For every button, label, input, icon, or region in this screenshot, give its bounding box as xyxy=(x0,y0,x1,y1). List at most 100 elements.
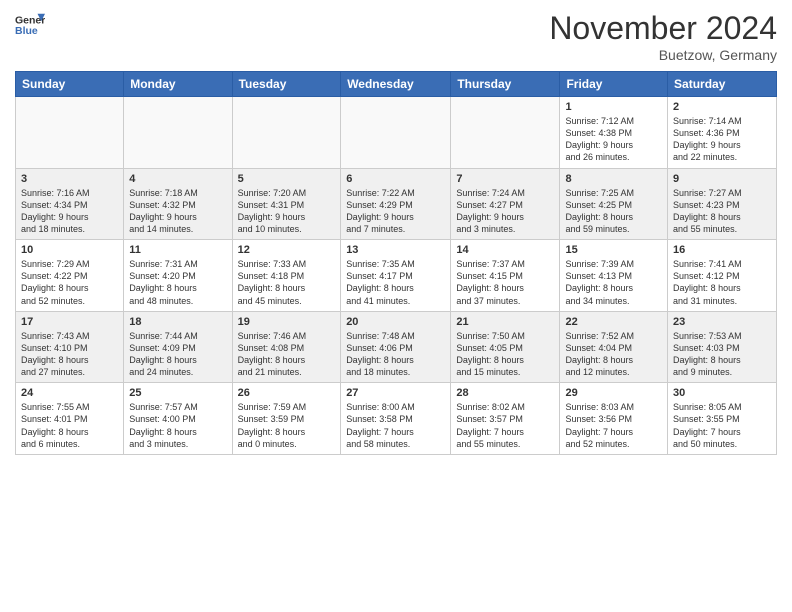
calendar-cell: 12 Sunrise: 7:33 AM Sunset: 4:18 PM Dayli… xyxy=(232,240,341,312)
day-number: 30 xyxy=(673,387,771,399)
calendar-cell: 19Sunrise: 7:46 AM Sunset: 4:08 PM Dayli… xyxy=(232,311,341,383)
calendar-week-row: 24 Sunrise: 7:55 AM Sunset: 4:01 PM Dayli… xyxy=(16,383,777,455)
day-number: 4 xyxy=(129,173,226,185)
calendar-week-row: 3Sunrise: 7:16 AM Sunset: 4:34 PM Daylig… xyxy=(16,168,777,240)
day-info: Sunrise: 8:02 AM Sunset: 3:57 PM Dayligh… xyxy=(456,401,554,450)
calendar-day-header: Thursday xyxy=(451,72,560,97)
day-info: Sunrise: 7:33 AM Sunset: 4:18 PM Dayligh… xyxy=(238,258,336,307)
calendar-day-header: Sunday xyxy=(16,72,124,97)
calendar-cell: 30Sunrise: 8:05 AM Sunset: 3:55 PM Dayli… xyxy=(668,383,777,455)
day-info: Sunrise: 7:44 AM Sunset: 4:09 PM Dayligh… xyxy=(129,330,226,379)
day-number: 6 xyxy=(346,173,445,185)
day-number: 21 xyxy=(456,316,554,328)
day-number: 15 xyxy=(565,244,662,256)
day-info: Sunrise: 7:22 AM Sunset: 4:29 PM Dayligh… xyxy=(346,187,445,236)
month-title: November 2024 xyxy=(549,10,777,47)
calendar-day-header: Friday xyxy=(560,72,668,97)
calendar-cell: 29 Sunrise: 8:03 AM Sunset: 3:56 PM Dayli… xyxy=(560,383,668,455)
day-number: 24 xyxy=(21,387,118,399)
calendar-day-header: Tuesday xyxy=(232,72,341,97)
day-info: Sunrise: 7:25 AM Sunset: 4:25 PM Dayligh… xyxy=(565,187,662,236)
calendar-cell: 17 Sunrise: 7:43 AM Sunset: 4:10 PM Dayli… xyxy=(16,311,124,383)
calendar-cell: 27Sunrise: 8:00 AM Sunset: 3:58 PM Dayli… xyxy=(341,383,451,455)
day-info: Sunrise: 7:50 AM Sunset: 4:05 PM Dayligh… xyxy=(456,330,554,379)
day-info: Sunrise: 7:18 AM Sunset: 4:32 PM Dayligh… xyxy=(129,187,226,236)
calendar-cell: 15 Sunrise: 7:39 AM Sunset: 4:13 PM Dayli… xyxy=(560,240,668,312)
day-info: Sunrise: 7:41 AM Sunset: 4:12 PM Dayligh… xyxy=(673,258,771,307)
day-info: Sunrise: 7:12 AM Sunset: 4:38 PM Dayligh… xyxy=(565,115,662,164)
calendar-cell: 6 Sunrise: 7:22 AM Sunset: 4:29 PM Daylig… xyxy=(341,168,451,240)
day-info: Sunrise: 7:59 AM Sunset: 3:59 PM Dayligh… xyxy=(238,401,336,450)
day-info: Sunrise: 7:39 AM Sunset: 4:13 PM Dayligh… xyxy=(565,258,662,307)
day-info: Sunrise: 7:53 AM Sunset: 4:03 PM Dayligh… xyxy=(673,330,771,379)
day-number: 12 xyxy=(238,244,336,256)
calendar-week-row: 10Sunrise: 7:29 AM Sunset: 4:22 PM Dayli… xyxy=(16,240,777,312)
calendar-cell: 5 Sunrise: 7:20 AM Sunset: 4:31 PM Daylig… xyxy=(232,168,341,240)
calendar-cell: 1 Sunrise: 7:12 AM Sunset: 4:38 PM Daylig… xyxy=(560,97,668,169)
day-number: 17 xyxy=(21,316,118,328)
calendar-cell: 11 Sunrise: 7:31 AM Sunset: 4:20 PM Dayli… xyxy=(124,240,232,312)
day-number: 25 xyxy=(129,387,226,399)
calendar-cell: 13 Sunrise: 7:35 AM Sunset: 4:17 PM Dayli… xyxy=(341,240,451,312)
day-info: Sunrise: 7:24 AM Sunset: 4:27 PM Dayligh… xyxy=(456,187,554,236)
day-number: 9 xyxy=(673,173,771,185)
day-number: 11 xyxy=(129,244,226,256)
day-info: Sunrise: 7:37 AM Sunset: 4:15 PM Dayligh… xyxy=(456,258,554,307)
day-info: Sunrise: 8:00 AM Sunset: 3:58 PM Dayligh… xyxy=(346,401,445,450)
day-number: 13 xyxy=(346,244,445,256)
page: General Blue November 2024 Buetzow, Germ… xyxy=(0,0,792,612)
calendar-cell: 20Sunrise: 7:48 AM Sunset: 4:06 PM Dayli… xyxy=(341,311,451,383)
calendar-cell: 23Sunrise: 7:53 AM Sunset: 4:03 PM Dayli… xyxy=(668,311,777,383)
calendar-cell: 26 Sunrise: 7:59 AM Sunset: 3:59 PM Dayli… xyxy=(232,383,341,455)
calendar-cell xyxy=(341,97,451,169)
day-info: Sunrise: 7:43 AM Sunset: 4:10 PM Dayligh… xyxy=(21,330,118,379)
calendar-cell: 28 Sunrise: 8:02 AM Sunset: 3:57 PM Dayli… xyxy=(451,383,560,455)
calendar-cell: 18 Sunrise: 7:44 AM Sunset: 4:09 PM Dayli… xyxy=(124,311,232,383)
day-number: 8 xyxy=(565,173,662,185)
calendar-week-row: 1 Sunrise: 7:12 AM Sunset: 4:38 PM Daylig… xyxy=(16,97,777,169)
calendar-header-row: SundayMondayTuesdayWednesdayThursdayFrid… xyxy=(16,72,777,97)
day-info: Sunrise: 7:14 AM Sunset: 4:36 PM Dayligh… xyxy=(673,115,771,164)
calendar-day-header: Wednesday xyxy=(341,72,451,97)
day-info: Sunrise: 7:27 AM Sunset: 4:23 PM Dayligh… xyxy=(673,187,771,236)
day-number: 10 xyxy=(21,244,118,256)
day-number: 29 xyxy=(565,387,662,399)
day-number: 16 xyxy=(673,244,771,256)
calendar-cell: 2Sunrise: 7:14 AM Sunset: 4:36 PM Daylig… xyxy=(668,97,777,169)
calendar-cell xyxy=(124,97,232,169)
calendar-cell xyxy=(451,97,560,169)
day-info: Sunrise: 7:57 AM Sunset: 4:00 PM Dayligh… xyxy=(129,401,226,450)
title-area: November 2024 Buetzow, Germany xyxy=(549,10,777,63)
day-info: Sunrise: 7:20 AM Sunset: 4:31 PM Dayligh… xyxy=(238,187,336,236)
day-number: 28 xyxy=(456,387,554,399)
day-info: Sunrise: 7:35 AM Sunset: 4:17 PM Dayligh… xyxy=(346,258,445,307)
calendar-table: SundayMondayTuesdayWednesdayThursdayFrid… xyxy=(15,71,777,455)
day-info: Sunrise: 7:52 AM Sunset: 4:04 PM Dayligh… xyxy=(565,330,662,379)
calendar-cell: 16 Sunrise: 7:41 AM Sunset: 4:12 PM Dayli… xyxy=(668,240,777,312)
day-number: 1 xyxy=(565,101,662,113)
day-number: 26 xyxy=(238,387,336,399)
day-number: 5 xyxy=(238,173,336,185)
calendar-cell: 24 Sunrise: 7:55 AM Sunset: 4:01 PM Dayli… xyxy=(16,383,124,455)
calendar-cell: 4 Sunrise: 7:18 AM Sunset: 4:32 PM Daylig… xyxy=(124,168,232,240)
day-number: 18 xyxy=(129,316,226,328)
calendar-cell: 9 Sunrise: 7:27 AM Sunset: 4:23 PM Daylig… xyxy=(668,168,777,240)
header: General Blue November 2024 Buetzow, Germ… xyxy=(15,10,777,63)
calendar-cell: 14Sunrise: 7:37 AM Sunset: 4:15 PM Dayli… xyxy=(451,240,560,312)
day-info: Sunrise: 7:31 AM Sunset: 4:20 PM Dayligh… xyxy=(129,258,226,307)
logo-icon: General Blue xyxy=(15,10,45,40)
calendar-cell: 3Sunrise: 7:16 AM Sunset: 4:34 PM Daylig… xyxy=(16,168,124,240)
day-number: 19 xyxy=(238,316,336,328)
calendar-cell: 8 Sunrise: 7:25 AM Sunset: 4:25 PM Daylig… xyxy=(560,168,668,240)
day-info: Sunrise: 8:03 AM Sunset: 3:56 PM Dayligh… xyxy=(565,401,662,450)
calendar-week-row: 17 Sunrise: 7:43 AM Sunset: 4:10 PM Dayli… xyxy=(16,311,777,383)
calendar-cell: 21 Sunrise: 7:50 AM Sunset: 4:05 PM Dayli… xyxy=(451,311,560,383)
day-info: Sunrise: 7:55 AM Sunset: 4:01 PM Dayligh… xyxy=(21,401,118,450)
calendar-cell: 7Sunrise: 7:24 AM Sunset: 4:27 PM Daylig… xyxy=(451,168,560,240)
day-number: 22 xyxy=(565,316,662,328)
calendar-day-header: Saturday xyxy=(668,72,777,97)
day-info: Sunrise: 7:16 AM Sunset: 4:34 PM Dayligh… xyxy=(21,187,118,236)
calendar-cell: 25 Sunrise: 7:57 AM Sunset: 4:00 PM Dayli… xyxy=(124,383,232,455)
day-info: Sunrise: 7:48 AM Sunset: 4:06 PM Dayligh… xyxy=(346,330,445,379)
svg-text:Blue: Blue xyxy=(15,25,38,37)
